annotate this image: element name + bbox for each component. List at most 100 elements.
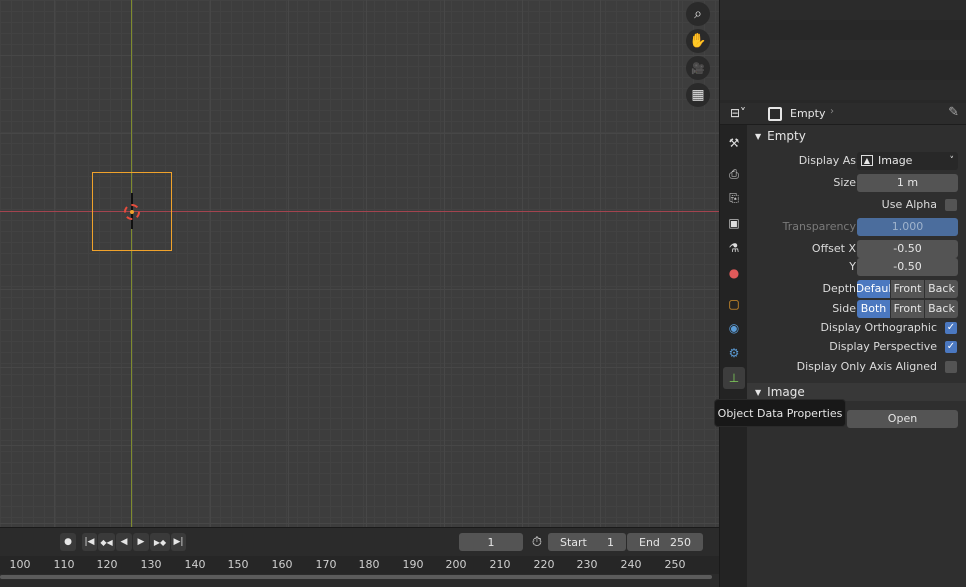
display-ortho-checkbox[interactable]: ✓	[945, 321, 957, 334]
display-as-label: Display As	[798, 154, 856, 167]
side-label: Side	[832, 302, 856, 315]
size-row: Size 1 m	[747, 173, 966, 192]
scrollbar-thumb[interactable]	[0, 575, 712, 579]
offset-y-field[interactable]: -0.50	[857, 257, 958, 276]
outliner-row[interactable]	[720, 40, 966, 60]
tool-tab-icon[interactable]: ⚒	[723, 132, 745, 154]
frame-tick: 240	[620, 558, 642, 571]
outliner-row[interactable]	[720, 0, 966, 20]
chevron-down-icon: ˅	[949, 155, 955, 166]
current-frame-field[interactable]: 1	[459, 533, 523, 551]
depth-label: Depth	[822, 282, 856, 295]
image-icon: ▲	[861, 155, 873, 166]
offset-x-row: Offset X -0.50	[747, 239, 966, 258]
size-field[interactable]: 1 m	[857, 173, 958, 192]
frame-tick: 210	[489, 558, 511, 571]
pan-hand-icon[interactable]: ✋	[686, 29, 710, 53]
pin-icon[interactable]: ✎	[948, 105, 959, 120]
empty-object-icon	[768, 107, 782, 121]
physics-tab-icon[interactable]: ◉	[723, 317, 745, 339]
render-tab-icon[interactable]: ⎙	[723, 163, 745, 185]
end-label: End	[639, 535, 660, 549]
frame-tick: 110	[53, 558, 75, 571]
view-layer-tab-icon[interactable]: ▣	[723, 212, 745, 234]
chevron-right-icon: ›	[830, 106, 834, 117]
display-as-dropdown[interactable]: ▲ Image ˅	[857, 151, 958, 170]
start-value: 1	[607, 535, 614, 549]
depth-selector: Defaul Front Back	[857, 279, 958, 298]
world-tab-icon[interactable]: ●	[723, 262, 745, 284]
properties-tabs: ⚒ ⎙ ⎘ ▣ ⚗ ● ▢ ◉ ⚙ ⊥	[720, 125, 747, 587]
side-both-option[interactable]: Both	[857, 299, 891, 318]
frame-tick: 160	[271, 558, 293, 571]
frame-tick: 250	[664, 558, 686, 571]
empty-panel-title: Empty	[767, 129, 806, 143]
chevron-down-icon: ▼	[755, 387, 762, 397]
next-keyframe-button[interactable]: ▶◆	[150, 533, 170, 551]
depth-back-option[interactable]: Back	[925, 279, 958, 298]
prev-keyframe-button[interactable]: ◆◀	[98, 533, 115, 551]
transparency-label: Transparency	[782, 220, 856, 233]
grid-icon[interactable]: ▦	[686, 83, 710, 107]
side-back-option[interactable]: Back	[925, 299, 958, 318]
display-axis-label: Display Only Axis Aligned	[796, 360, 937, 373]
side-row: Side Both Front Back	[747, 299, 966, 318]
display-ortho-row: Display Orthographic ✓	[747, 318, 966, 337]
zoom-icon[interactable]: ⌕	[686, 2, 710, 26]
outliner-row[interactable]	[720, 80, 966, 100]
display-axis-checkbox[interactable]	[945, 360, 957, 373]
transparency-row: Transparency 1.000	[747, 217, 966, 236]
image-panel-title: Image	[767, 385, 805, 399]
frame-tick: 180	[358, 558, 380, 571]
outliner-row[interactable]	[720, 20, 966, 40]
end-value: 250	[670, 535, 691, 549]
jump-start-button[interactable]: |◀	[82, 533, 97, 551]
offset-x-label: Offset X	[811, 242, 856, 255]
use-alpha-label: Use Alpha	[881, 198, 937, 211]
side-selector: Both Front Back	[857, 299, 958, 318]
frame-tick: 200	[445, 558, 467, 571]
properties-editor: ⊟˅ Empty › ✎ ⚒ ⎙ ⎘ ▣ ⚗ ● ▢ ◉ ⚙ ⊥ ▼ Empty…	[719, 103, 966, 587]
timeline-scrollbar[interactable]	[0, 574, 719, 580]
stopwatch-icon[interactable]: ⏱	[528, 533, 546, 551]
timeline: ● |◀ ◆◀ ◀ ▶ ▶◆ ▶| 1 ⏱ Start 1 End 250 10…	[0, 527, 719, 587]
outliner[interactable]	[719, 0, 966, 103]
depth-row: Depth Defaul Front Back	[747, 279, 966, 298]
object-data-tab-icon[interactable]: ⊥	[723, 367, 745, 389]
use-alpha-checkbox[interactable]	[945, 198, 957, 211]
outliner-row[interactable]	[720, 60, 966, 80]
scene-tab-icon[interactable]: ⚗	[723, 237, 745, 259]
start-frame-field[interactable]: Start 1	[548, 533, 626, 551]
chevron-down-icon: ▼	[755, 131, 762, 141]
jump-end-button[interactable]: ▶|	[171, 533, 186, 551]
depth-front-option[interactable]: Front	[891, 279, 925, 298]
open-image-button[interactable]: Open	[847, 409, 958, 428]
record-button[interactable]: ●	[60, 533, 76, 551]
frame-tick: 220	[533, 558, 555, 571]
output-tab-icon[interactable]: ⎘	[723, 187, 745, 209]
side-front-option[interactable]: Front	[891, 299, 925, 318]
object-tab-icon[interactable]: ▢	[723, 293, 745, 315]
properties-content: ▼ Empty Display As ▲ Image ˅ Size 1 m Us…	[747, 125, 966, 587]
play-reverse-button[interactable]: ◀	[116, 533, 132, 551]
timeline-controls: ● |◀ ◆◀ ◀ ▶ ▶◆ ▶| 1 ⏱ Start 1 End 250	[0, 533, 719, 551]
display-axis-row: Display Only Axis Aligned	[747, 357, 966, 376]
transparency-slider[interactable]: 1.000	[857, 217, 958, 236]
frame-ruler[interactable]: 100 110 120 130 140 150 160 170 180 190 …	[0, 556, 719, 574]
camera-icon[interactable]: 🎥	[686, 56, 710, 80]
3d-viewport[interactable]: ⌕ ✋ 🎥 ▦	[0, 0, 719, 527]
offset-y-row: Y -0.50	[747, 257, 966, 276]
depth-default-option[interactable]: Defaul	[857, 279, 891, 298]
constraints-tab-icon[interactable]: ⚙	[723, 342, 745, 364]
display-as-row: Display As ▲ Image ˅	[747, 151, 966, 170]
frame-tick: 140	[184, 558, 206, 571]
end-frame-field[interactable]: End 250	[627, 533, 703, 551]
empty-panel-header[interactable]: ▼ Empty	[747, 125, 966, 147]
frame-tick: 190	[402, 558, 424, 571]
display-persp-checkbox[interactable]: ✓	[945, 340, 957, 353]
display-persp-row: Display Perspective ✓	[747, 337, 966, 356]
play-button[interactable]: ▶	[133, 533, 149, 551]
offset-x-field[interactable]: -0.50	[857, 239, 958, 258]
breadcrumb-object: Empty	[790, 107, 826, 120]
editor-type-icon[interactable]: ⊟˅	[730, 106, 756, 122]
